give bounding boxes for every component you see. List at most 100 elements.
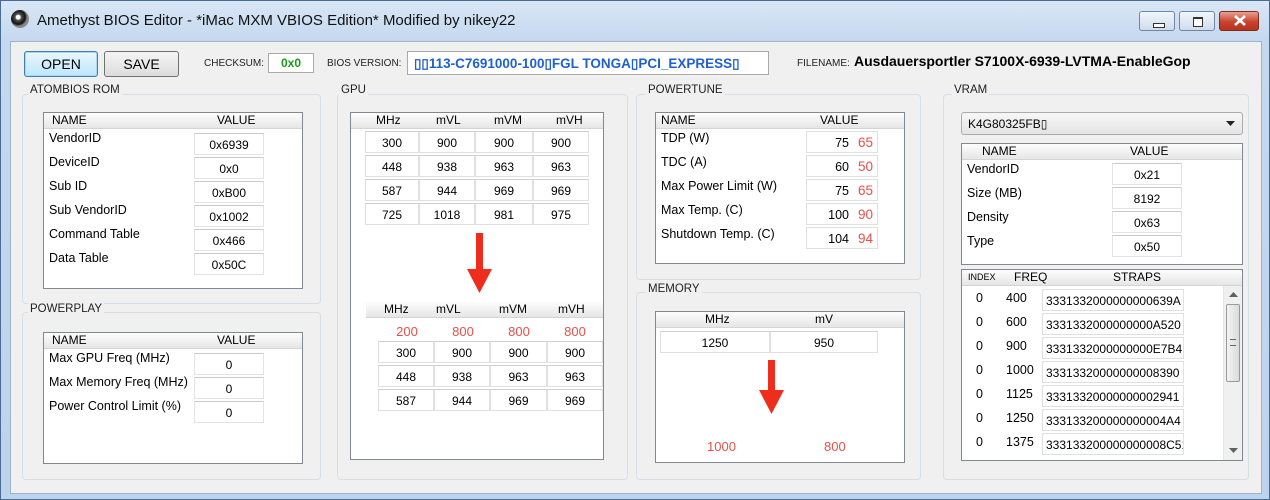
gpu-cell[interactable]: 900 — [490, 341, 547, 363]
col-value-header: VALUE — [1130, 144, 1169, 158]
strap-field[interactable]: 3331332000000000E7B4 — [1042, 337, 1184, 359]
col-value-header: VALUE — [217, 113, 256, 127]
new-value: 94 — [857, 231, 873, 246]
gpu-cell[interactable]: 725 — [365, 203, 419, 225]
title-bar[interactable]: Amethyst BIOS Editor - *iMac MXM VBIOS E… — [1, 1, 1269, 35]
row-name: TDP (W) — [661, 131, 710, 145]
gpu-cell[interactable]: 448 — [378, 365, 434, 387]
new-value: 65 — [857, 183, 873, 198]
value-field[interactable]: 100 90 — [806, 203, 878, 225]
gpu-new-value: 800 — [452, 324, 474, 339]
value-field[interactable]: 8192 — [1112, 187, 1182, 209]
gpu-cell[interactable]: 900 — [419, 131, 475, 153]
value-field[interactable]: 0x21 — [1112, 163, 1182, 185]
strap-field[interactable]: 33313320000000008390 — [1042, 361, 1184, 383]
scroll-thumb[interactable] — [1226, 304, 1240, 382]
gpu-cell[interactable]: 900 — [533, 131, 589, 153]
strap-field[interactable]: 3331332000000000A520 — [1042, 313, 1184, 335]
gpu-cell[interactable]: 938 — [419, 155, 475, 177]
gpu-cell[interactable]: 969 — [475, 179, 533, 201]
value-field[interactable]: 0x466 — [194, 229, 264, 251]
gpu-new-value: 200 — [396, 324, 418, 339]
bios-version-field[interactable]: ▯▯113-C7691000-100▯FGL TONGA▯PCI_EXPRESS… — [407, 51, 769, 75]
gpu-cell[interactable]: 900 — [547, 341, 603, 363]
scroll-up-icon[interactable] — [1229, 292, 1238, 298]
gpu-cell[interactable]: 969 — [533, 179, 589, 201]
gpu-cell[interactable]: 900 — [434, 341, 490, 363]
row-name: Size (MB) — [967, 186, 1022, 200]
gpu-cell[interactable]: 587 — [365, 179, 419, 201]
new-value: 50 — [857, 159, 873, 174]
grip-icon — [1230, 339, 1236, 346]
strap-freq: 1375 — [1006, 435, 1034, 449]
value-field[interactable]: 0 — [194, 377, 264, 399]
value-field[interactable]: 0x50C — [194, 253, 264, 275]
gpu-cell[interactable]: 963 — [490, 365, 547, 387]
gpu-new-value: 800 — [564, 324, 586, 339]
save-button[interactable]: SAVE — [104, 51, 179, 77]
row-name: Type — [967, 234, 995, 248]
strap-field[interactable]: 333133200000000008C51 — [1042, 433, 1184, 455]
gpu-cell[interactable]: 900 — [475, 131, 533, 153]
gpu-cell[interactable]: 938 — [434, 365, 490, 387]
gpu-cell[interactable]: 300 — [365, 131, 419, 153]
powerplay-header: NAME VALUE — [44, 333, 302, 349]
col-name-header: NAME — [982, 144, 1017, 158]
gpu-cell[interactable]: 448 — [365, 155, 419, 177]
value-field[interactable]: 0xB00 — [194, 181, 264, 203]
new-value: 90 — [857, 207, 873, 222]
gpu-panel: MHz mVL mVM mVH 300 900 900 900 448 938 963 963 587… — [350, 112, 604, 460]
close-button[interactable] — [1219, 11, 1259, 31]
strap-field[interactable]: 333133200000000004A4 — [1042, 409, 1184, 431]
minimize-button[interactable] — [1139, 11, 1175, 31]
gpu-cell[interactable]: 587 — [378, 389, 434, 411]
gpu-cell[interactable]: 963 — [533, 155, 589, 177]
value-field[interactable]: 0x1002 — [194, 205, 264, 227]
vram-select[interactable]: K4G80325FB▯ — [961, 112, 1243, 135]
gpu-cell[interactable]: 963 — [547, 365, 603, 387]
memory-mv-cell[interactable]: 950 — [770, 331, 878, 353]
gpu-cell[interactable]: 300 — [378, 341, 434, 363]
row-name: Max GPU Freq (MHz) — [49, 351, 170, 365]
value-field[interactable]: 0 — [194, 401, 264, 423]
gpu-cell[interactable]: 963 — [475, 155, 533, 177]
strap-freq: 900 — [1006, 339, 1027, 353]
gpu-cell[interactable]: 981 — [475, 203, 533, 225]
strap-field[interactable]: 3331332000000000639A — [1042, 289, 1184, 311]
value-field[interactable]: 0x0 — [194, 157, 264, 179]
gpu-cell[interactable]: 1018 — [419, 203, 475, 225]
memory-mhz-cell[interactable]: 1250 — [660, 331, 770, 353]
gpu-cell[interactable]: 944 — [419, 179, 475, 201]
strap-field[interactable]: 33313320000000002941 — [1042, 385, 1184, 407]
gpu-col-header: mVM — [499, 302, 527, 316]
filename-label: FILENAME: — [797, 58, 850, 69]
down-arrow-icon — [467, 233, 492, 293]
value-field[interactable]: 0 — [194, 353, 264, 375]
maximize-button[interactable] — [1179, 11, 1215, 31]
value-field[interactable]: 60 50 — [806, 155, 878, 177]
scroll-down-icon[interactable] — [1229, 448, 1238, 454]
gpu-cell[interactable]: 969 — [547, 389, 603, 411]
value-field[interactable]: 104 94 — [806, 227, 878, 249]
minimize-icon — [1153, 23, 1165, 28]
value-field[interactable]: 0x63 — [1112, 211, 1182, 233]
powertune-header: NAME VALUE — [656, 113, 904, 129]
memory-new-mv: 800 — [824, 439, 846, 454]
gpu-cell[interactable]: 975 — [533, 203, 589, 225]
open-button[interactable]: OPEN — [24, 51, 98, 77]
mv-header: mV — [815, 312, 833, 326]
value-field[interactable]: 0x50 — [1112, 235, 1182, 257]
value-field[interactable]: 75 65 — [806, 179, 878, 201]
value-field[interactable]: 0x6939 — [194, 133, 264, 155]
gpu-col-header: MHz — [384, 302, 409, 316]
gpu-cell[interactable]: 969 — [490, 389, 547, 411]
value-field[interactable]: 75 65 — [806, 131, 878, 153]
memory-header: MHz mV — [656, 312, 904, 328]
powertune-table: NAME VALUE TDP (W) 75 65 TDC (A) 60 50 Max Pow… — [655, 112, 905, 264]
maximize-icon — [1193, 17, 1203, 27]
gpu-cell[interactable]: 944 — [434, 389, 490, 411]
straps-header-label: STRAPS — [1113, 270, 1162, 284]
row-name: Max Power Limit (W) — [661, 179, 777, 193]
straps-scrollbar[interactable] — [1223, 286, 1242, 460]
vram-header: NAME VALUE — [962, 144, 1242, 160]
